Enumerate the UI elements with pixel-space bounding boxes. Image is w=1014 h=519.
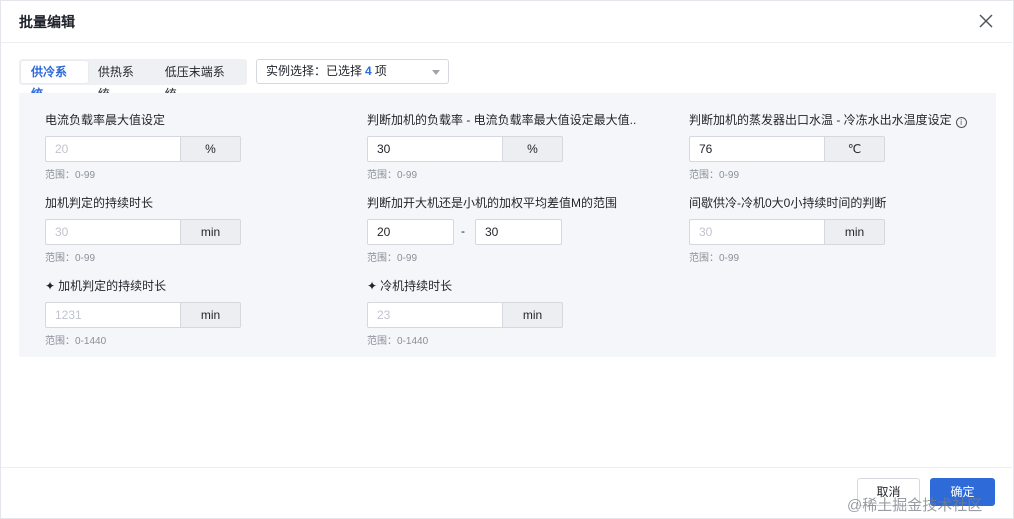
add-duration-2-input[interactable]: 1231: [45, 302, 180, 328]
info-icon[interactable]: i: [955, 117, 967, 128]
field-label-text: 判断加机的蒸发器出口水温 - 冷冻水出水温度设定: [689, 113, 952, 127]
chevron-down-icon: [432, 70, 440, 75]
system-tabs: 供冷系统 供热系统 低压末端系统: [19, 59, 247, 101]
field-current-load-max: 电流负载率晨大值设定 20 % 范围：0-99: [45, 112, 241, 181]
range-hint: 范围：0-1440: [45, 336, 107, 347]
range-hint: 范围：0-99: [45, 253, 96, 264]
field-label: ✦ 加机判定的持续时长: [45, 278, 166, 294]
range-hint: 范围：0-99: [367, 170, 418, 181]
field-label-text: 冷机持续时长: [380, 279, 453, 293]
field-label: 判断加机的负载率 - 电流负载率最大值设定最大值..: [367, 113, 637, 127]
field-label: 加机判定的持续时长: [45, 196, 154, 210]
unit-addon: min: [502, 302, 563, 328]
instance-select-suffix: 项: [374, 64, 387, 78]
field-add-duration: 加机判定的持续时长 30 min 范围：0-99: [45, 195, 241, 264]
close-icon[interactable]: [975, 10, 997, 32]
field-intermittent-cooling: 间歇供冷-冷机0大0小持续时间的判断 30 min 范围：0-99: [689, 195, 887, 264]
unit-addon: ℃: [824, 136, 885, 162]
unit-addon: %: [502, 136, 563, 162]
batch-edit-dialog: 批量编辑 供冷系统 供热系统 低压末端系统 实例选择：已选择4项 电流负载率晨大…: [0, 0, 1014, 519]
field-add-load-rate: 判断加机的负载率 - 电流负载率最大值设定最大值.. 30 % 范围：0-99: [367, 112, 637, 181]
field-label: 判断加开大机还是小机的加权平均差值M的范围: [367, 196, 617, 210]
field-add-duration-2: ✦ 加机判定的持续时长 1231 min 范围：0-1440: [45, 278, 241, 347]
dialog-header: 批量编辑: [1, 1, 1014, 43]
instance-select-count: 4: [365, 64, 372, 78]
current-load-max-input[interactable]: 20: [45, 136, 180, 162]
unit-addon: min: [180, 219, 241, 245]
range-hint: 范围：0-99: [689, 253, 740, 264]
field-evaporator-outlet-temp: 判断加机的蒸发器出口水温 - 冷冻水出水温度设定 i 76 ℃ 范围：0-99: [689, 112, 967, 181]
dialog-title: 批量编辑: [19, 14, 75, 30]
field-label: 间歇供冷-冷机0大0小持续时间的判断: [689, 196, 887, 210]
star-icon: ✦: [367, 279, 378, 293]
field-weighted-diff-range: 判断加开大机还是小机的加权平均差值M的范围 20 - 30 范围：0-99: [367, 195, 617, 264]
unit-addon: %: [180, 136, 241, 162]
range-hint: 范围：0-99: [45, 170, 96, 181]
unit-addon: min: [824, 219, 885, 245]
field-chiller-duration: ✦ 冷机持续时长 23 min 范围：0-1440: [367, 278, 563, 347]
add-load-rate-input[interactable]: 30: [367, 136, 502, 162]
range-separator: -: [461, 224, 465, 238]
watermark: @稀土掘金技术社区: [847, 497, 983, 514]
field-label: 电流负载率晨大值设定: [45, 113, 166, 127]
field-label: 判断加机的蒸发器出口水温 - 冷冻水出水温度设定 i: [689, 112, 967, 128]
chiller-duration-input[interactable]: 23: [367, 302, 502, 328]
field-label-text: 加机判定的持续时长: [58, 279, 167, 293]
tab-heating-system[interactable]: 供热系统: [88, 61, 155, 101]
tab-cooling-system[interactable]: 供冷系统: [21, 61, 88, 101]
settings-panel: 电流负载率晨大值设定 20 % 范围：0-99 判断加机的负载率 - 电流负载率…: [19, 93, 996, 357]
range-to-input[interactable]: 30: [475, 219, 562, 245]
star-icon: ✦: [45, 279, 56, 293]
unit-addon: min: [180, 302, 241, 328]
range-from-input[interactable]: 20: [367, 219, 454, 245]
instance-select-prefix: 实例选择：已选择: [266, 64, 363, 78]
range-hint: 范围：0-1440: [367, 336, 429, 347]
add-duration-input[interactable]: 30: [45, 219, 180, 245]
evaporator-outlet-temp-input[interactable]: 76: [689, 136, 824, 162]
intermittent-cooling-input[interactable]: 30: [689, 219, 824, 245]
range-hint: 范围：0-99: [689, 170, 740, 181]
range-hint: 范围：0-99: [367, 253, 418, 264]
tab-low-pressure-terminal-system[interactable]: 低压末端系统: [155, 61, 245, 101]
instance-select[interactable]: 实例选择：已选择 4 项: [256, 59, 449, 84]
field-label: ✦ 冷机持续时长: [367, 278, 452, 294]
